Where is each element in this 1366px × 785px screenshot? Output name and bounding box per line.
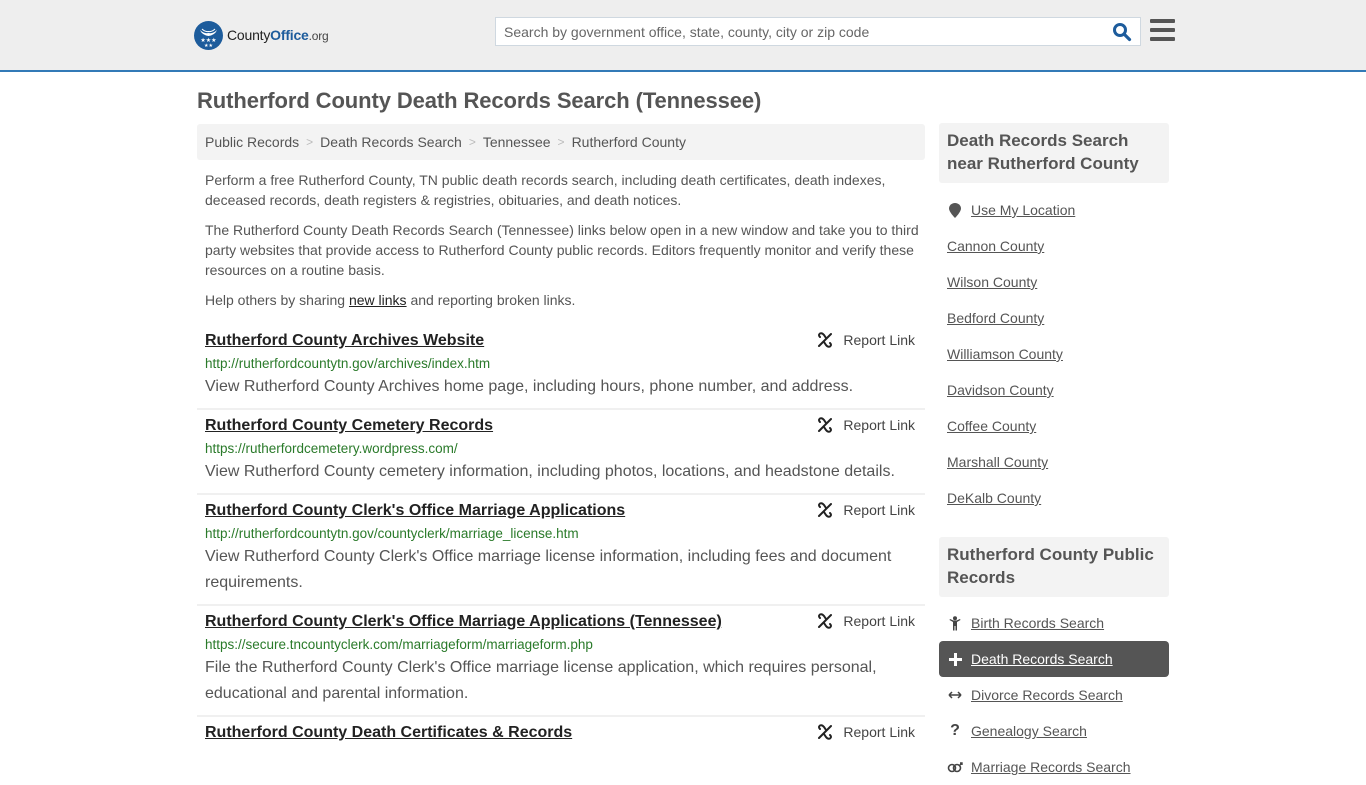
broken-link-icon <box>818 332 833 348</box>
breadcrumb: Public Records > Death Records Search > … <box>197 124 925 160</box>
nearby-county-item[interactable]: DeKalb County <box>939 480 1169 516</box>
nearby-county-link[interactable]: Davidson County <box>947 382 1054 398</box>
nearby-county-list: Use My Location Cannon County Wilson Cou… <box>939 192 1169 516</box>
menu-bar-icon <box>1150 37 1175 41</box>
death-records-link[interactable]: Death Records Search <box>971 651 1113 667</box>
nearby-county-link[interactable]: Cannon County <box>947 238 1044 254</box>
broken-link-icon <box>818 502 833 518</box>
nearby-county-link[interactable]: Williamson County <box>947 346 1063 362</box>
result-title-link[interactable]: Rutherford County Death Certificates & R… <box>205 723 572 743</box>
site-header: ★★★ ★★ CountyOffice.org <box>0 0 1366 72</box>
broken-link-icon <box>818 613 833 629</box>
result-item: Rutherford County Cemetery Records Repor… <box>197 410 925 495</box>
result-title-link[interactable]: Rutherford County Archives Website <box>205 331 484 351</box>
intro-paragraph: Help others by sharing new links and rep… <box>205 292 576 308</box>
result-url: https://secure.tncountyclerk.com/marriag… <box>205 637 593 652</box>
hamburger-menu-button[interactable] <box>1150 19 1175 41</box>
use-my-location-item[interactable]: Use My Location <box>939 192 1169 228</box>
report-link-button[interactable]: Report Link <box>817 502 915 518</box>
new-links-link[interactable]: new links <box>349 292 407 308</box>
nearby-heading: Death Records Search near Rutherford Cou… <box>939 123 1169 183</box>
breadcrumb-separator: > <box>557 135 565 149</box>
map-marker-icon <box>947 202 963 218</box>
search-bar <box>495 17 1141 46</box>
result-item: Rutherford County Death Certificates & R… <box>197 717 925 751</box>
child-icon <box>947 615 963 631</box>
breadcrumb-separator: > <box>306 135 314 149</box>
use-my-location-link[interactable]: Use My Location <box>971 202 1075 218</box>
nearby-county-item[interactable]: Marshall County <box>939 444 1169 480</box>
marriage-records-link[interactable]: Marriage Records Search <box>971 759 1131 775</box>
intro-text: Perform a free Rutherford County, TN pub… <box>205 170 920 320</box>
page-title: Rutherford County Death Records Search (… <box>197 88 762 113</box>
result-item: Rutherford County Archives Website Repor… <box>197 325 925 410</box>
question-icon: ? <box>950 722 960 739</box>
nearby-county-item[interactable]: Wilson County <box>939 264 1169 300</box>
result-url: https://rutherfordcemetery.wordpress.com… <box>205 441 458 456</box>
birth-records-link[interactable]: Birth Records Search <box>971 615 1104 631</box>
result-description: View Rutherford County cemetery informat… <box>205 463 895 480</box>
breadcrumb-separator: > <box>468 135 476 149</box>
svg-text:★★: ★★ <box>204 43 213 49</box>
result-title-link[interactable]: Rutherford County Cemetery Records <box>205 416 493 436</box>
intro-paragraph: Perform a free Rutherford County, TN pub… <box>205 172 886 208</box>
result-description: View Rutherford County Clerk's Office ma… <box>205 548 892 591</box>
broken-link-icon <box>818 417 833 433</box>
nearby-county-link[interactable]: Bedford County <box>947 310 1044 326</box>
report-link-button[interactable]: Report Link <box>817 332 915 348</box>
breadcrumb-rutherford-county[interactable]: Rutherford County <box>572 134 686 150</box>
search-input[interactable] <box>496 18 1140 45</box>
results-list: Rutherford County Archives Website Repor… <box>197 325 925 751</box>
nearby-county-link[interactable]: Coffee County <box>947 418 1036 434</box>
gender-icon <box>947 761 963 773</box>
menu-bar-icon <box>1150 19 1175 23</box>
sidebar-item-marriage-records[interactable]: Marriage Records Search <box>939 749 1169 785</box>
broken-link-icon <box>818 724 833 740</box>
breadcrumb-tennessee[interactable]: Tennessee <box>483 134 551 150</box>
public-records-heading: Rutherford County Public Records <box>939 537 1169 597</box>
report-link-button[interactable]: Report Link <box>817 724 915 740</box>
nearby-county-item[interactable]: Coffee County <box>939 408 1169 444</box>
search-button[interactable] <box>1112 22 1134 42</box>
result-description: File the Rutherford County Clerk's Offic… <box>205 659 877 702</box>
result-url: http://rutherfordcountytn.gov/archives/i… <box>205 356 491 371</box>
result-description: View Rutherford County Archives home pag… <box>205 378 854 395</box>
arrows-horizontal-icon <box>947 690 963 700</box>
nearby-county-item[interactable]: Williamson County <box>939 336 1169 372</box>
nearby-county-link[interactable]: DeKalb County <box>947 490 1041 506</box>
result-title-link[interactable]: Rutherford County Clerk's Office Marriag… <box>205 612 722 632</box>
sidebar-item-death-records[interactable]: Death Records Search <box>939 641 1169 677</box>
logo-text: CountyOffice.org <box>227 27 329 43</box>
report-link-button[interactable]: Report Link <box>817 417 915 433</box>
eagle-logo-icon: ★★★ ★★ <box>194 20 223 50</box>
genealogy-link[interactable]: Genealogy Search <box>971 723 1087 739</box>
result-item: Rutherford County Clerk's Office Marriag… <box>197 606 925 717</box>
menu-bar-icon <box>1150 28 1175 32</box>
breadcrumb-public-records[interactable]: Public Records <box>205 134 299 150</box>
plus-icon <box>947 652 963 666</box>
divorce-records-link[interactable]: Divorce Records Search <box>971 687 1123 703</box>
result-url: http://rutherfordcountytn.gov/countycler… <box>205 526 579 541</box>
sidebar-item-divorce-records[interactable]: Divorce Records Search <box>939 677 1169 713</box>
result-item: Rutherford County Clerk's Office Marriag… <box>197 495 925 606</box>
nearby-county-link[interactable]: Marshall County <box>947 454 1048 470</box>
sidebar-item-birth-records[interactable]: Birth Records Search <box>939 605 1169 641</box>
nearby-county-item[interactable]: Davidson County <box>939 372 1169 408</box>
nearby-county-item[interactable]: Bedford County <box>939 300 1169 336</box>
public-records-list: Birth Records Search Death Records Searc… <box>939 605 1169 785</box>
intro-paragraph: The Rutherford County Death Records Sear… <box>205 222 919 278</box>
site-logo[interactable]: ★★★ ★★ CountyOffice.org <box>194 20 329 50</box>
nearby-county-item[interactable]: Cannon County <box>939 228 1169 264</box>
breadcrumb-death-records-search[interactable]: Death Records Search <box>320 134 462 150</box>
nearby-county-link[interactable]: Wilson County <box>947 274 1037 290</box>
sidebar-item-genealogy[interactable]: ? Genealogy Search <box>939 713 1169 749</box>
report-link-button[interactable]: Report Link <box>817 613 915 629</box>
search-icon <box>1113 23 1132 42</box>
result-title-link[interactable]: Rutherford County Clerk's Office Marriag… <box>205 501 625 521</box>
